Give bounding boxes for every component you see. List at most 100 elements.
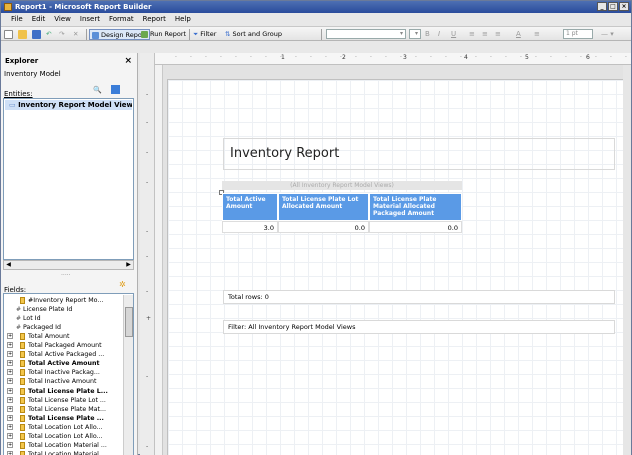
field-item[interactable]: + Total License Plate L... [4, 387, 121, 396]
scroll-thumb[interactable] [125, 307, 133, 337]
table-header-cell[interactable]: Total License Plate Material Allocated P… [369, 193, 462, 221]
field-item[interactable]: + Total Location Lot Allo... [4, 423, 121, 432]
expand-icon[interactable]: + [7, 414, 13, 421]
sort-group-button[interactable]: ⇅ Sort and Group [225, 29, 282, 40]
menu-insert[interactable]: Insert [80, 14, 100, 25]
field-item[interactable]: # Lot Id [4, 314, 121, 323]
underline-button[interactable]: U [451, 29, 456, 40]
italic-button[interactable]: I [438, 29, 440, 40]
entity-filter-icon[interactable] [111, 85, 120, 94]
filter-button[interactable]: ⏷ Filter [193, 29, 216, 40]
expand-icon[interactable]: + [7, 405, 13, 412]
field-item[interactable]: + Total License Plate Mat... [4, 405, 121, 414]
entity-item-selected[interactable]: ▭ Inventory Report Model View [5, 100, 132, 110]
entities-list[interactable]: ▭ Inventory Report Model View [3, 98, 134, 260]
field-item[interactable]: + Total License Plate Lot ... [4, 396, 121, 405]
table-header-cell[interactable]: Total Active Amount [222, 193, 278, 221]
expand-icon[interactable]: + [7, 450, 13, 455]
field-label: License Plate Id [23, 306, 73, 314]
field-item[interactable]: + Total Active Packaged ... [4, 350, 121, 359]
new-field-icon[interactable]: ✲ [119, 280, 129, 289]
ruler-tick: · [580, 54, 582, 61]
ruler-tick: · [265, 54, 267, 61]
find-icon[interactable]: 🔍 [93, 86, 102, 94]
field-item[interactable]: + Total Inactive Packag... [4, 368, 121, 377]
align-center-button[interactable]: ≡ [482, 29, 488, 40]
table-cell[interactable]: 3.0 [222, 221, 278, 233]
fill-color-button[interactable]: ≡ [534, 29, 540, 40]
fields-list[interactable]: #Inventory Report Mo... # License Plate Id… [3, 293, 134, 455]
field-item[interactable]: + Total Amount [4, 332, 121, 341]
ruler-tick: · [325, 54, 327, 61]
expand-icon[interactable]: + [7, 369, 13, 376]
field-item[interactable]: + Total Location Material ... [4, 441, 121, 450]
expand-icon[interactable]: + [7, 432, 13, 439]
field-item[interactable]: + Total Location Material ... [4, 450, 121, 455]
maximize-button[interactable]: □ [608, 2, 618, 11]
field-item[interactable]: # License Plate Id [4, 305, 121, 314]
field-item[interactable]: + Total License Plate ... [4, 414, 121, 423]
explorer-close-icon[interactable]: × [124, 56, 132, 67]
align-left-button[interactable]: ≡ [469, 29, 475, 40]
table-cell[interactable]: 0.0 [278, 221, 369, 233]
field-item[interactable]: + Total Inactive Amount [4, 377, 121, 386]
line-width-combo[interactable]: 1 pt [563, 29, 593, 39]
canvas-vscrollbar[interactable] [623, 65, 631, 455]
line-style-button[interactable]: — ▾ [601, 29, 614, 40]
delete-icon[interactable]: ✕ [73, 29, 78, 40]
report-page[interactable]: Inventory Report (All Inventory Report M… [167, 79, 627, 455]
data-table[interactable]: (All Inventory Report Model Views) Total… [219, 181, 462, 241]
new-icon[interactable] [4, 29, 15, 40]
bold-button[interactable]: B [425, 29, 430, 40]
scroll-right-icon[interactable]: ▶ [124, 261, 133, 269]
menu-report[interactable]: Report [143, 14, 166, 25]
field-item[interactable]: + Total Packaged Amount [4, 341, 121, 350]
filter-textbox[interactable]: Filter: All Inventory Report Model Views [223, 320, 615, 334]
expand-icon[interactable]: + [7, 351, 13, 358]
menu-view[interactable]: View [54, 14, 71, 25]
folder-icon [20, 342, 25, 350]
save-icon[interactable] [32, 29, 43, 40]
report-title[interactable]: Inventory Report [223, 138, 615, 170]
run-report-button[interactable]: Run Report [141, 29, 186, 40]
close-button[interactable]: × [619, 2, 629, 11]
font-color-button[interactable]: A [516, 29, 521, 40]
expand-icon[interactable]: + [7, 387, 13, 394]
table-cell[interactable]: 0.0 [369, 221, 462, 233]
font-combo[interactable]: ▾ [326, 29, 406, 39]
table-header-cell[interactable]: Total License Plate Lot Allocated Amount [278, 193, 369, 221]
expand-icon[interactable]: + [7, 333, 13, 340]
menu-help[interactable]: Help [175, 14, 191, 25]
field-item[interactable]: + Total Location Lot Allo... [4, 432, 121, 441]
expand-icon[interactable]: + [7, 378, 13, 385]
ruler-tick: · [385, 54, 387, 61]
menu-format[interactable]: Format [109, 14, 134, 25]
menu-file[interactable]: File [11, 14, 23, 25]
open-icon[interactable] [18, 29, 29, 40]
model-name: Inventory Model [4, 70, 61, 78]
scroll-left-icon[interactable]: ◀ [4, 261, 13, 269]
redo-icon[interactable]: ↷ [59, 29, 64, 40]
minimize-button[interactable]: _ [597, 2, 607, 11]
field-item[interactable]: + Total Active Amount [4, 359, 121, 368]
undo-icon[interactable]: ↶ [46, 29, 51, 40]
expand-icon[interactable]: + [7, 342, 13, 349]
ruler-tick: · [250, 54, 252, 61]
expand-icon[interactable]: + [7, 396, 13, 403]
folder-icon [20, 405, 25, 413]
size-combo[interactable]: ▾ [409, 29, 421, 39]
menu-edit[interactable]: Edit [32, 14, 46, 25]
splitter-grip[interactable]: ····· [61, 272, 71, 279]
field-item[interactable]: #Inventory Report Mo... [4, 296, 121, 305]
field-item[interactable]: # Packaged Id [4, 323, 121, 332]
folder-icon [20, 351, 25, 359]
fields-vscrollbar[interactable] [123, 295, 133, 455]
align-right-button[interactable]: ≡ [495, 29, 501, 40]
expand-icon[interactable]: + [7, 360, 13, 367]
expand-icon[interactable]: + [7, 441, 13, 448]
total-rows-textbox[interactable]: Total rows: 0 [223, 290, 615, 304]
explorer-title: Explorer [5, 57, 39, 65]
ruler-number: 5 [525, 54, 529, 61]
expand-icon[interactable]: + [7, 423, 13, 430]
entities-hscrollbar[interactable]: ◀ ▶ [3, 260, 134, 270]
